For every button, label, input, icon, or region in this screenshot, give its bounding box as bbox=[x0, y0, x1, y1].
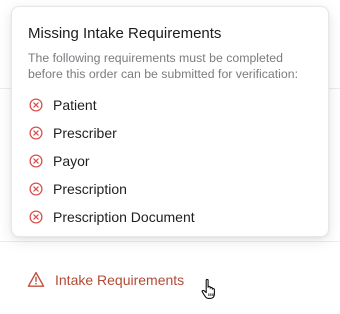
requirement-item-prescription: Prescription bbox=[28, 175, 312, 203]
intake-requirements-trigger[interactable]: Intake Requirements bbox=[27, 271, 184, 288]
requirement-item-patient: Patient bbox=[28, 91, 312, 119]
warning-triangle-icon bbox=[27, 271, 45, 287]
requirement-label: Patient bbox=[53, 97, 97, 113]
requirement-label: Prescription Document bbox=[53, 209, 195, 225]
requirement-label: Payor bbox=[53, 153, 90, 169]
x-circle-icon bbox=[29, 182, 43, 196]
divider-bottom bbox=[0, 241, 340, 242]
requirements-list: Patient Prescriber Payor Prescription Pr… bbox=[28, 91, 312, 231]
intake-requirements-label: Intake Requirements bbox=[55, 271, 185, 288]
hand-pointer-cursor-icon bbox=[201, 278, 215, 299]
x-circle-icon bbox=[29, 154, 43, 168]
requirement-item-prescription-document: Prescription Document bbox=[28, 203, 312, 231]
x-circle-icon bbox=[29, 98, 43, 112]
requirement-item-prescriber: Prescriber bbox=[28, 119, 312, 147]
missing-requirements-popover: Missing Intake Requirements The followin… bbox=[11, 6, 329, 237]
requirement-label: Prescriber bbox=[53, 125, 117, 141]
requirement-item-payor: Payor bbox=[28, 147, 312, 175]
x-circle-icon bbox=[29, 126, 43, 140]
x-circle-icon bbox=[29, 210, 43, 224]
requirement-label: Prescription bbox=[53, 181, 127, 197]
popover-title: Missing Intake Requirements bbox=[28, 25, 222, 42]
popover-description: The following requirements must be compl… bbox=[28, 51, 298, 81]
